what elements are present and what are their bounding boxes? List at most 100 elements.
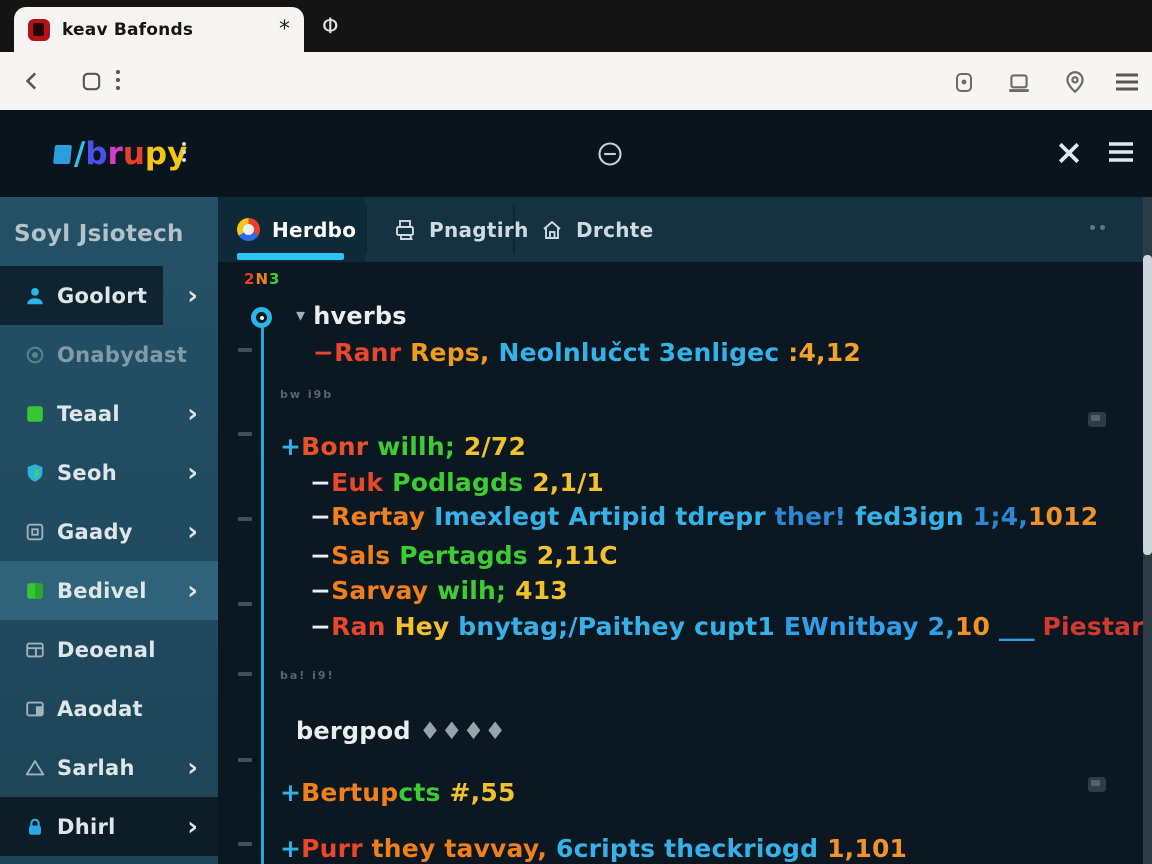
home-icon [540, 218, 564, 242]
text-segment: willh; [377, 432, 464, 461]
text-segment: EWnitbay [783, 612, 928, 641]
window-icon [24, 639, 46, 661]
text-segment: Imexlegt Artipid tdrepr [434, 502, 775, 531]
text-segment: ther! [774, 502, 856, 531]
sidebar-item-bedivel[interactable]: Bedivel › [0, 561, 218, 620]
tree-row[interactable]: −Rertay Imexlegt Artipid tdrepr ther! fe… [310, 502, 1098, 531]
tree-row[interactable]: −Ranr Reps, Neolnlučct 3enligec :4,12 [313, 338, 861, 367]
tree-row[interactable]: −Ran Hey bnytag;/Paithey cupt1 EWnitbay … [310, 612, 1143, 641]
triangle-icon [24, 757, 46, 779]
text-segment: bergpod [296, 717, 420, 745]
tree-row[interactable]: +Bertupcts #,55 [280, 778, 516, 807]
extension-icon[interactable] [952, 70, 976, 94]
history-panel: 2N3 ▾ hverbs −Ranr Reps, Neolnlučct 3enli… [218, 262, 1143, 864]
tab-divider [365, 205, 367, 254]
list-menu-icon[interactable] [1106, 140, 1136, 164]
sidebar-item-goolort[interactable]: Goolort › [0, 266, 218, 325]
more-menu-icon[interactable] [116, 70, 120, 90]
tab-overview-icon[interactable] [80, 70, 103, 93]
text-segment: 6cripts theckriogd [556, 834, 828, 863]
circle-icon [24, 344, 46, 366]
person-icon [24, 285, 46, 307]
sidebar-item-label: Teaal [57, 401, 120, 426]
text-segment: 1,101 [827, 834, 908, 863]
timeline-tick [238, 602, 252, 606]
window-icon [24, 698, 46, 720]
scrollbar-thumb[interactable] [1143, 255, 1152, 555]
text-segment: N [255, 270, 269, 288]
tab-drchte[interactable]: Drchte [540, 197, 653, 262]
text-segment: + [280, 778, 302, 807]
faint-note-icon[interactable] [1088, 777, 1106, 792]
sidebar-item-seoh[interactable]: Seoh › [0, 443, 218, 502]
text-segment: Purr [301, 834, 372, 863]
tab-label: Herdbo [272, 217, 357, 242]
ellipsis-icon[interactable] [1090, 225, 1105, 230]
tree-node-hverbs[interactable]: ▾ hverbs [296, 302, 407, 330]
sidebar-item-teaal[interactable]: Teaal › [0, 384, 218, 443]
text-segment: fed3ign [855, 502, 973, 531]
text-segment: ♦♦♦♦ [419, 717, 507, 745]
faint-note-icon[interactable] [1088, 412, 1106, 427]
timeline-tick [238, 672, 252, 676]
text-segment: cts [398, 778, 450, 807]
timeline-line [261, 326, 264, 864]
chevron-down-icon[interactable]: ▾ [296, 305, 305, 326]
tree-row[interactable]: +Purr they tavvay, 6cripts theckriogd 1,… [280, 834, 907, 863]
sidebar-item-dhirl[interactable]: Dhirl › [0, 797, 218, 856]
remove-circle-icon[interactable] [596, 140, 624, 168]
app-logo[interactable]: / b r u p y [53, 136, 187, 172]
menu-icon[interactable] [1114, 72, 1140, 92]
tab-title: keav Bafonds [62, 19, 194, 40]
tree-row[interactable]: −Euk Podlagds 2,1/1 [310, 468, 604, 497]
green-square-icon [24, 580, 46, 602]
text-segment: Sarvay [331, 576, 438, 605]
sidebar-item-gaady[interactable]: Gaady › [0, 502, 218, 561]
text-segment: Rertay [331, 502, 435, 531]
tree-section-bergpod[interactable]: bergpod ♦♦♦♦ [296, 717, 506, 745]
sidebar-item-sarlah[interactable]: Sarlah › [0, 738, 218, 797]
chevron-right-icon: › [187, 811, 198, 842]
chevron-right-icon: › [187, 280, 198, 311]
browser-tab[interactable]: keav Bafonds * [14, 7, 304, 52]
sidebar-item-onabydast[interactable]: Onabydast [0, 325, 218, 384]
scrollbar-track[interactable] [1143, 197, 1152, 864]
sidebar-list: Goolort › Onabydast Teaal › Seoh › Gaady… [0, 266, 218, 856]
text-segment: 3 [269, 270, 281, 288]
text-segment: Sals [331, 541, 400, 570]
back-icon[interactable] [20, 68, 46, 94]
browser-logo-icon [237, 218, 260, 241]
location-pin-icon[interactable] [1062, 69, 1088, 95]
text-segment: − [310, 576, 332, 605]
tree-row[interactable]: −Sals Pertagds 2,11C [310, 541, 618, 570]
text-segment: ___ [999, 612, 1034, 641]
text-segment: :4,12 [788, 338, 861, 367]
close-icon[interactable] [1054, 138, 1084, 168]
text-segment: Hey [394, 612, 459, 641]
app-more-icon[interactable] [182, 142, 186, 162]
timeline-tick [238, 842, 252, 846]
sidebar-header: Soyl Jsiotech [14, 221, 184, 247]
tree-row[interactable]: +Bonr willh; 2/72 [280, 432, 526, 461]
text-segment: Podlagds [392, 468, 533, 497]
chevron-right-icon: › [187, 398, 198, 429]
text-segment: − [310, 468, 332, 497]
timeline-tick [238, 432, 252, 436]
timeline-bullet-icon [251, 307, 272, 328]
second-tab-icon[interactable]: Φ [322, 14, 339, 38]
tab-pnagtirh[interactable]: Pnagtirh [393, 197, 529, 262]
devices-icon[interactable] [1006, 70, 1032, 96]
text-segment: + [280, 432, 302, 461]
tab-label: Pnagtirh [429, 217, 529, 242]
text-segment: wilh; [437, 576, 516, 605]
tab-close-icon[interactable]: * [279, 18, 290, 41]
sidebar-item-label: Seoh [57, 460, 117, 485]
sidebar-item-aaodat[interactable]: Aaodat [0, 679, 218, 738]
tree-row-meta: ba! i9! [280, 669, 335, 682]
text-segment: Piestard [1042, 612, 1143, 641]
shield-icon [24, 462, 46, 484]
text-segment: Pertagds [399, 541, 537, 570]
tree-row[interactable]: −Sarvay wilh; 413 [310, 576, 568, 605]
logo-mark-icon [53, 144, 72, 164]
sidebar-item-deoenal[interactable]: Deoenal [0, 620, 218, 679]
